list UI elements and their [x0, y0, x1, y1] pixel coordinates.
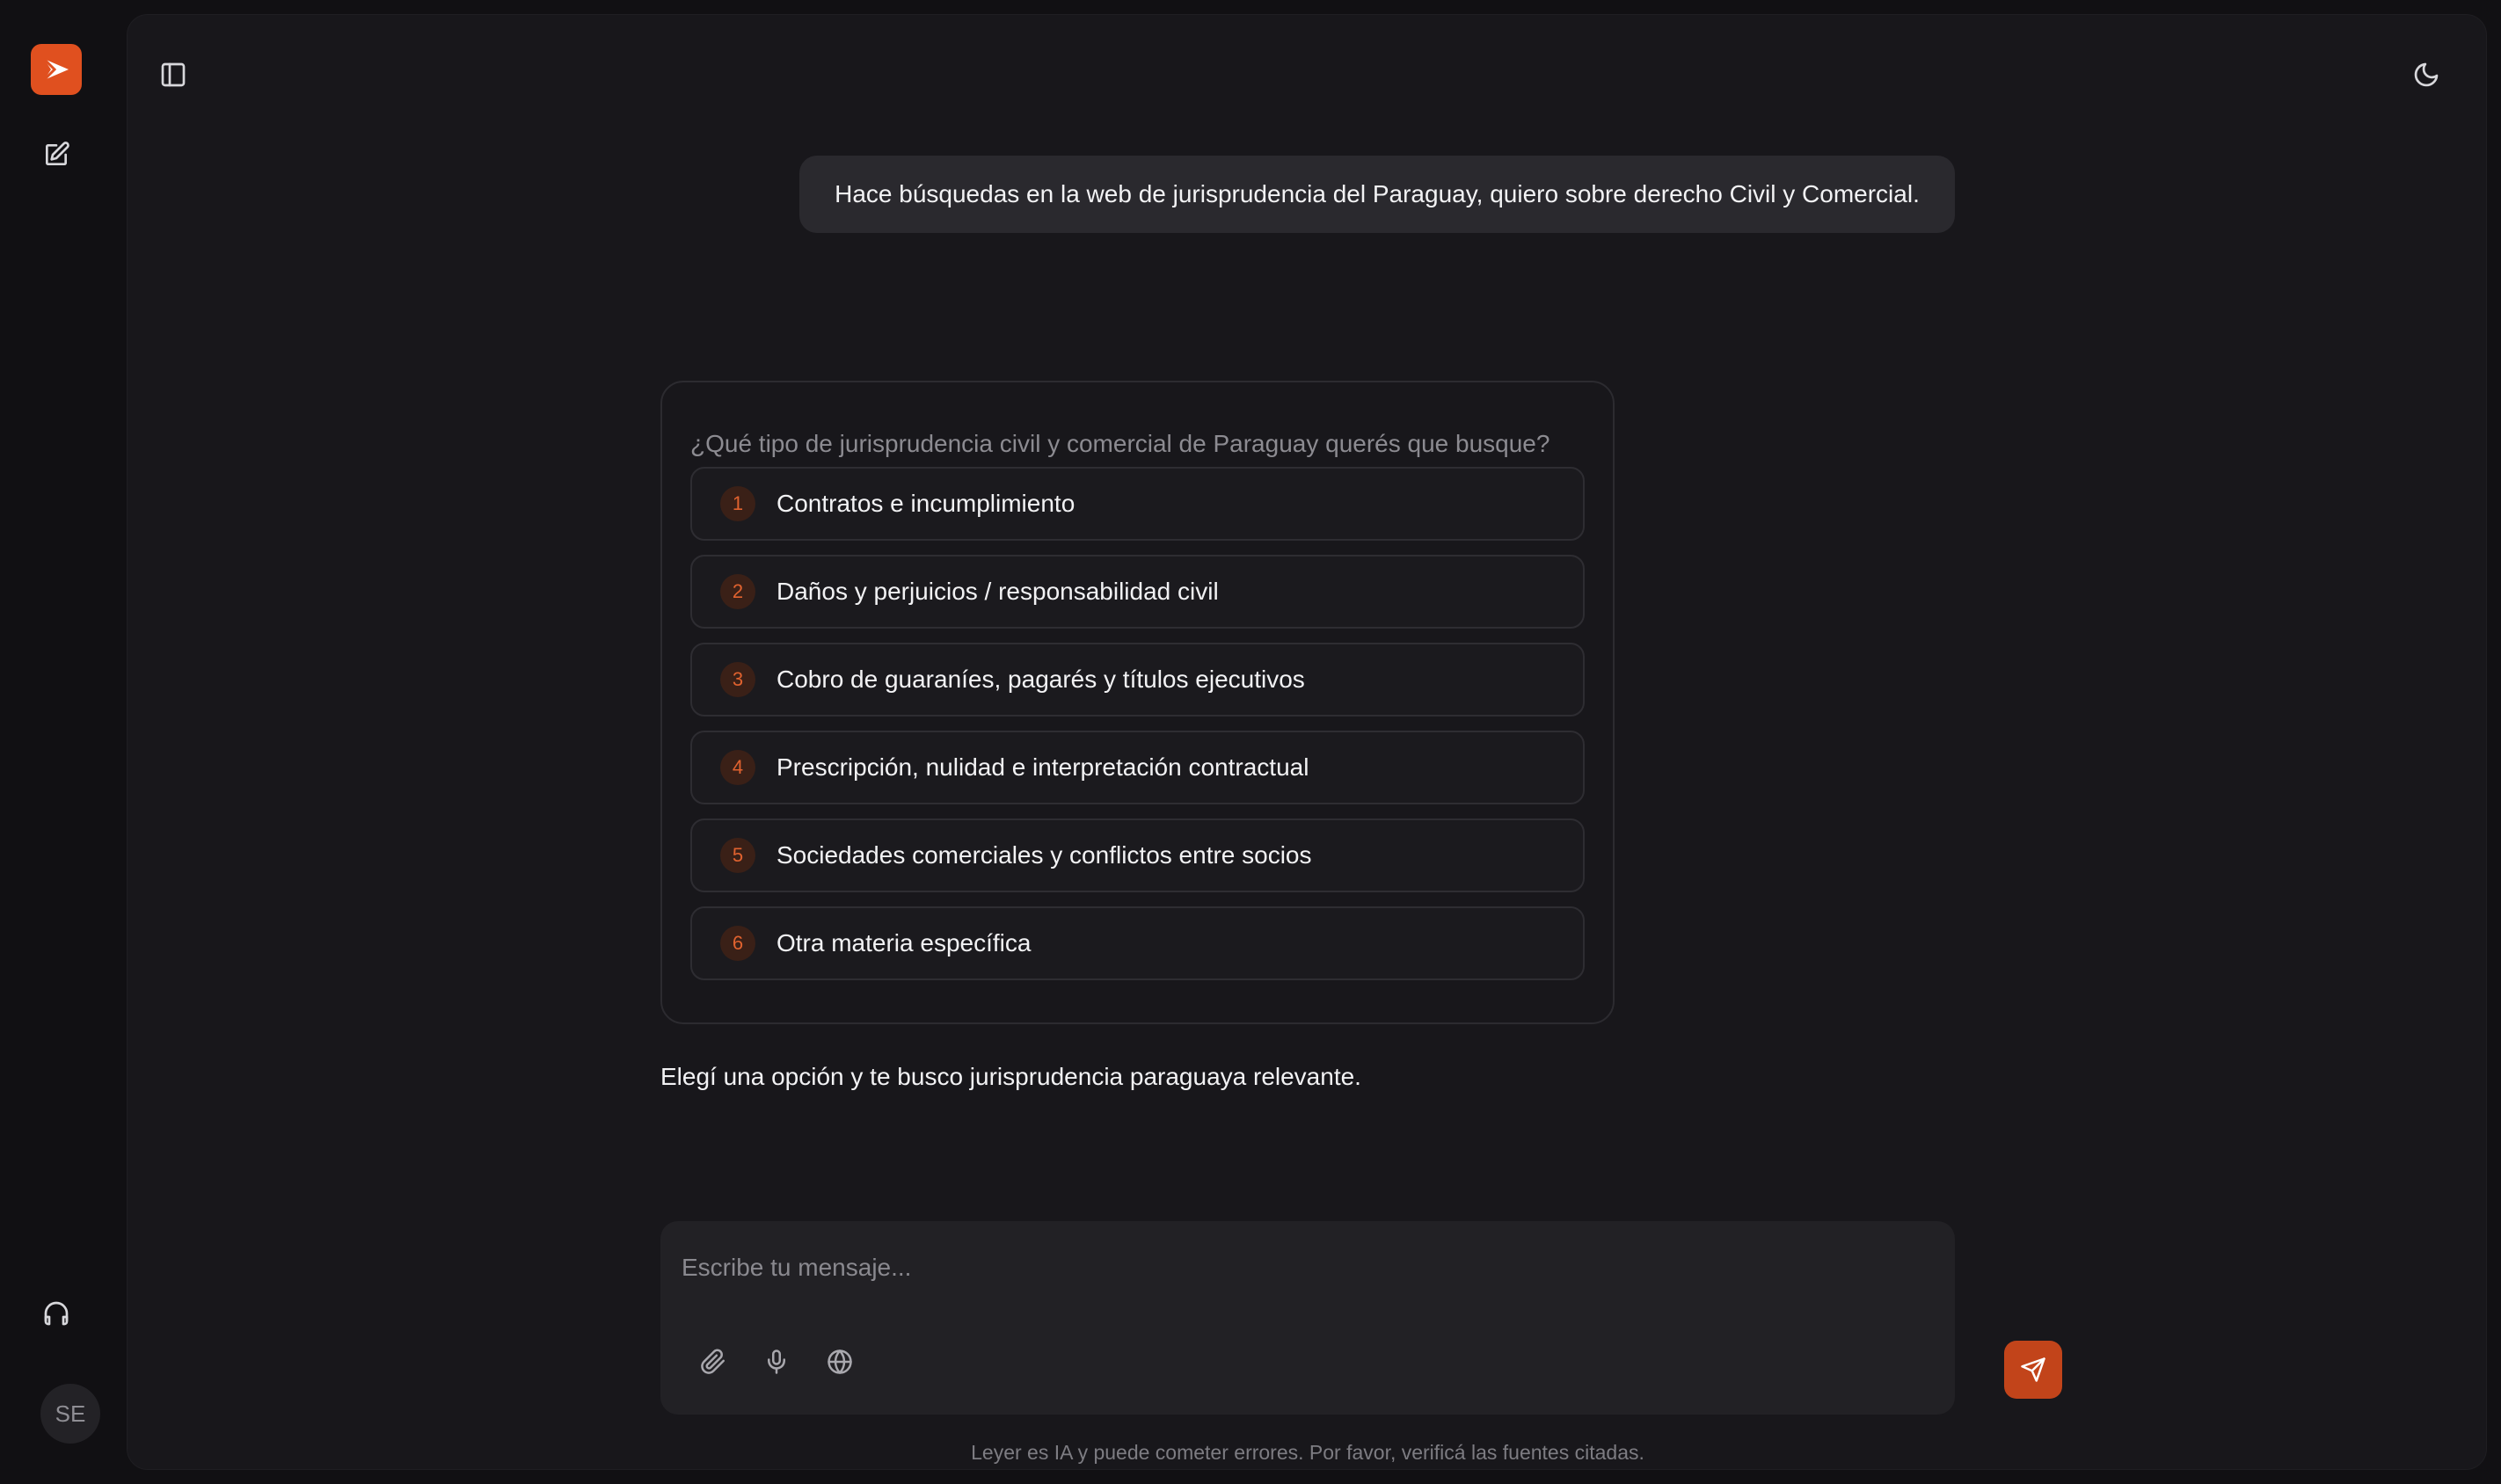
option-item[interactable]: 5 Sociedades comerciales y conflictos en… [690, 818, 1585, 892]
send-button[interactable] [2004, 1341, 2062, 1399]
option-label: Otra materia específica [777, 929, 1032, 957]
disclaimer-text: Leyer es IA y puede cometer errores. Por… [971, 1441, 1644, 1464]
chat-panel: Hace búsquedas en la web de jurisprudenc… [127, 14, 2487, 1470]
user-avatar[interactable]: SE [40, 1384, 100, 1444]
options-question: ¿Qué tipo de jurisprudencia civil y come… [690, 430, 1550, 457]
message-input[interactable] [680, 1246, 1911, 1290]
option-item[interactable]: 2 Daños y perjuicios / responsabilidad c… [690, 555, 1585, 629]
option-label: Contratos e incumplimiento [777, 490, 1076, 517]
option-label: Sociedades comerciales y conflictos entr… [777, 841, 1312, 869]
option-number: 2 [720, 574, 755, 609]
option-number: 3 [720, 662, 755, 697]
option-number: 6 [720, 926, 755, 961]
option-number: 5 [720, 838, 755, 873]
option-label: Cobro de guaraníes, pagarés y títulos ej… [777, 666, 1305, 693]
sidebar-toggle-icon[interactable] [154, 55, 193, 94]
message-composer [660, 1221, 2062, 1415]
user-initials: SE [55, 1400, 86, 1427]
send-icon [2021, 1357, 2045, 1382]
globe-icon[interactable] [820, 1342, 859, 1381]
option-label: Daños y perjuicios / responsabilidad civ… [777, 578, 1219, 605]
user-message-bubble: Hace búsquedas en la web de jurisprudenc… [799, 156, 1955, 233]
option-label: Prescripción, nulidad e interpretación c… [777, 753, 1309, 781]
option-item[interactable]: 1 Contratos e incumplimiento [690, 467, 1585, 541]
user-message-text: Hace búsquedas en la web de jurisprudenc… [835, 180, 1920, 207]
microphone-icon[interactable] [757, 1342, 796, 1381]
options-card: ¿Qué tipo de jurisprudencia civil y come… [660, 381, 1615, 1024]
headphones-icon[interactable] [39, 1296, 74, 1331]
option-number: 4 [720, 750, 755, 785]
edit-icon[interactable] [39, 137, 74, 172]
moon-icon[interactable] [2407, 55, 2446, 94]
option-item[interactable]: 6 Otra materia específica [690, 906, 1585, 980]
assistant-message: Elegí una opción y te busco jurisprudenc… [660, 1063, 1361, 1090]
option-item[interactable]: 4 Prescripción, nulidad e interpretación… [690, 731, 1585, 804]
paperclip-icon[interactable] [694, 1342, 733, 1381]
left-rail: SE [0, 0, 127, 1484]
option-item[interactable]: 3 Cobro de guaraníes, pagarés y títulos … [690, 643, 1585, 717]
leyer-logo-icon[interactable] [31, 44, 82, 95]
option-number: 1 [720, 486, 755, 521]
